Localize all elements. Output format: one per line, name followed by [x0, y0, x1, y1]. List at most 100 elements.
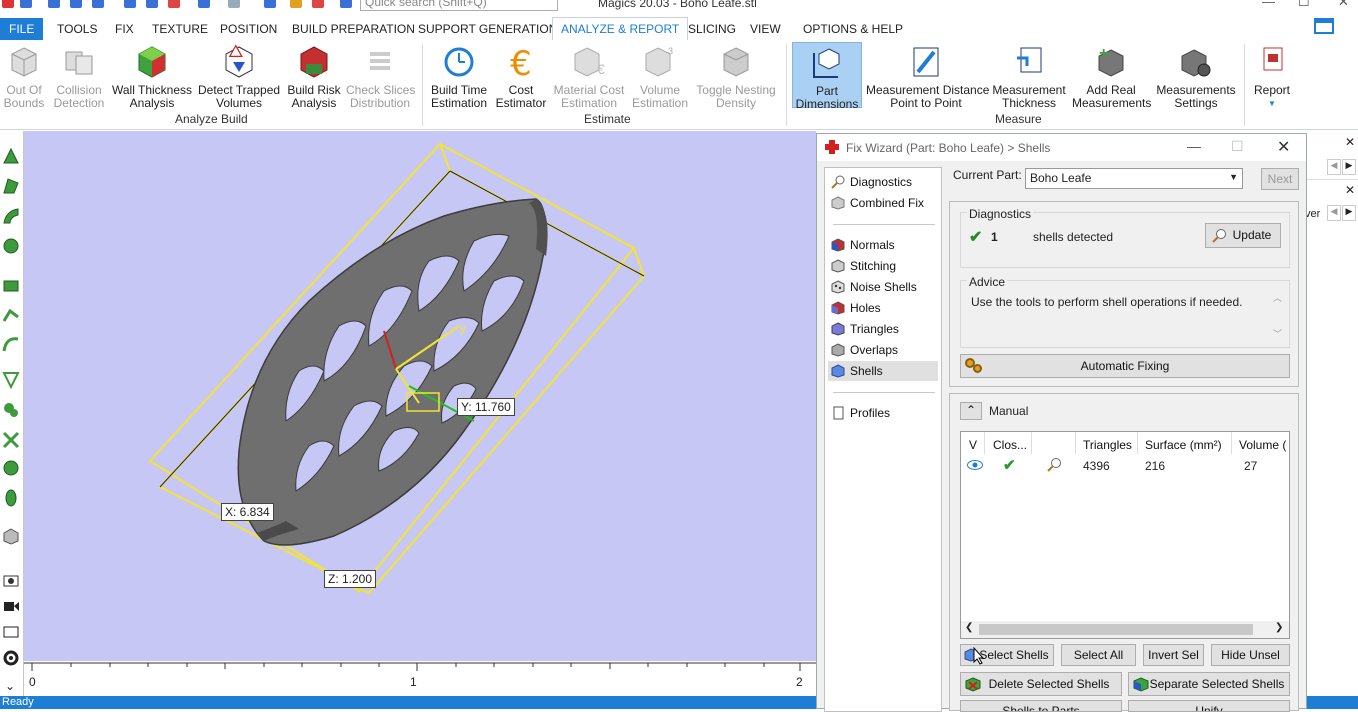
new-file-icon[interactable]	[20, 0, 32, 8]
report-button[interactable]: Report ▼	[1250, 44, 1294, 110]
select-plane-icon[interactable]	[2, 177, 20, 195]
select-tool-icon[interactable]	[264, 0, 276, 8]
scroll-left-icon[interactable]: ❮	[965, 622, 973, 633]
mark-contour-icon[interactable]	[2, 371, 20, 389]
material-cost-estimation-button[interactable]: € Material Cost Estimation	[552, 44, 626, 110]
export-icon[interactable]	[146, 0, 158, 8]
hide-unsel-button[interactable]: Hide Unsel	[1211, 644, 1290, 666]
maximize-dialog-button[interactable]: ☐	[1231, 138, 1244, 155]
gear-icon[interactable]	[2, 649, 20, 667]
undo-icon[interactable]	[198, 0, 210, 8]
mark-polyline-icon[interactable]	[2, 307, 20, 325]
scroll-right-icon[interactable]: ▶	[1342, 205, 1356, 221]
shells-to-parts-button[interactable]: Shells to Parts	[960, 700, 1122, 712]
volume-estimation-button[interactable]: 3 Volume Estimation	[630, 44, 690, 110]
check-slices-distribution-button[interactable]: Check Slices Distribution	[346, 44, 415, 110]
out-of-bounds-button[interactable]: Out Of Bounds	[2, 44, 46, 110]
close-window-button[interactable]: ✕	[1338, 0, 1349, 10]
panel-tab-label[interactable]: ver	[1305, 208, 1320, 220]
invert-sel-button[interactable]: Invert Sel	[1143, 644, 1204, 666]
minimize-button[interactable]: —	[1262, 0, 1275, 9]
3d-viewport[interactable]: y Y: 11.760 X: 6.834 Z: 1.200 0 1 2	[24, 131, 816, 696]
scroll-right-icon[interactable]: ▶	[1342, 159, 1356, 175]
print-icon[interactable]	[124, 0, 136, 8]
scroll-right-icon[interactable]: ❯	[1275, 622, 1283, 633]
mark-curve-icon[interactable]	[2, 335, 20, 353]
open-file-icon[interactable]	[48, 0, 60, 8]
tab-build-preparation[interactable]: BUILD PREPARATION	[284, 18, 423, 40]
zoom-tool-icon[interactable]	[290, 0, 302, 8]
chevron-down-icon[interactable]: ⌄	[5, 679, 15, 693]
nav-noise-shells[interactable]: Noise Shells	[828, 277, 938, 297]
wall-thickness-button[interactable]: Wall Thickness Analysis	[112, 44, 192, 110]
save-all-icon[interactable]	[92, 0, 104, 8]
build-risk-analysis-button[interactable]: Build Risk Analysis	[286, 44, 342, 110]
add-real-measurements-button[interactable]: + Add Real Measurements	[1072, 44, 1151, 110]
tab-support-generation[interactable]: SUPPORT GENERATION	[410, 18, 565, 40]
select-triangle-icon[interactable]	[2, 147, 20, 165]
column-header-closed[interactable]: Clos...	[993, 438, 1027, 452]
column-header-surface[interactable]: Surface (mm²)	[1145, 438, 1222, 452]
toggle-nesting-density-button[interactable]: Toggle Nesting Density	[694, 44, 778, 110]
delete-selected-shells-button[interactable]: Delete Selected Shells	[960, 672, 1122, 696]
cost-estimator-button[interactable]: € Cost Estimator	[494, 44, 548, 110]
nav-combined-fix[interactable]: Combined Fix	[828, 193, 938, 213]
screen-icon[interactable]	[2, 623, 20, 641]
scroll-left-icon[interactable]: ◀	[1327, 205, 1341, 221]
tab-view[interactable]: VIEW	[742, 18, 789, 40]
select-shell-icon[interactable]	[2, 237, 20, 255]
close-panel-icon[interactable]: ✕	[1345, 135, 1355, 149]
tab-position[interactable]: POSITION	[212, 18, 285, 40]
unmark-icon[interactable]	[2, 527, 20, 545]
magnifier-icon[interactable]	[1047, 457, 1062, 472]
collapse-icon[interactable]: ⌃	[960, 402, 982, 420]
select-surface-icon[interactable]	[2, 207, 20, 225]
nav-holes[interactable]: Holes	[828, 298, 938, 318]
automatic-fixing-button[interactable]: Automatic Fixing	[960, 354, 1290, 378]
horizontal-scrollbar[interactable]: ❮ ❯	[961, 621, 1289, 638]
scroll-down-icon[interactable]: ﹀	[1273, 327, 1282, 340]
nav-triangles[interactable]: Triangles	[828, 319, 938, 339]
column-header-volume[interactable]: Volume (	[1239, 438, 1286, 452]
save-icon[interactable]	[70, 0, 82, 8]
maximize-button[interactable]: ☐	[1298, 0, 1310, 10]
camera-icon[interactable]	[2, 571, 20, 589]
detect-trapped-volumes-button[interactable]: Detect Trapped Volumes	[198, 44, 280, 110]
separate-selected-shells-button[interactable]: Separate Selected Shells	[1128, 672, 1290, 696]
close-part-icon[interactable]	[168, 0, 180, 8]
column-header-visible[interactable]: V	[969, 438, 977, 452]
measurement-thickness-button[interactable]: Measurement Thickness	[990, 44, 1068, 110]
nav-shells[interactable]: Shells	[828, 361, 938, 381]
scrollbar-thumb[interactable]	[979, 624, 1253, 635]
mark-cylinder-icon[interactable]	[2, 489, 20, 507]
mark-wall-icon[interactable]	[2, 431, 20, 449]
nav-profiles[interactable]: Profiles	[828, 403, 938, 423]
measurement-distance-button[interactable]: Measurement Distance Point to Point	[866, 44, 989, 110]
build-time-estimation-button[interactable]: Build Time Estimation	[428, 44, 490, 110]
current-part-select[interactable]: Boho Leafe ▼	[1025, 168, 1243, 189]
select-all-button[interactable]: Select All	[1061, 644, 1136, 666]
nav-stitching[interactable]: Stitching	[828, 256, 938, 276]
measurements-settings-button[interactable]: Measurements Settings	[1154, 44, 1238, 110]
tab-tools[interactable]: TOOLS	[49, 18, 105, 40]
app-icon[interactable]	[2, 0, 14, 8]
tab-analyze-report[interactable]: ANALYZE & REPORT	[552, 17, 689, 41]
minimize-dialog-button[interactable]: —	[1187, 138, 1201, 154]
part-dimensions-button[interactable]: Part Dimensions	[792, 42, 862, 111]
nav-diagnostics[interactable]: Diagnostics	[828, 172, 938, 192]
mark-rectangle-icon[interactable]	[2, 277, 20, 295]
delete-tool-icon[interactable]	[312, 0, 324, 8]
nav-normals[interactable]: Normals	[828, 235, 938, 255]
unify-button[interactable]: Unify	[1128, 700, 1290, 712]
redo-icon[interactable]	[228, 0, 240, 8]
video-icon[interactable]	[2, 597, 20, 615]
tab-options-help[interactable]: OPTIONS & HELP	[795, 18, 911, 40]
layout-icon[interactable]	[1314, 18, 1334, 34]
tab-fix[interactable]: FIX	[107, 18, 142, 40]
quick-search-input[interactable]: Quick search (Shift+Q)	[360, 0, 558, 11]
tab-slicing[interactable]: SLICING	[680, 18, 744, 40]
close-panel-icon[interactable]: ✕	[1345, 183, 1355, 197]
table-row[interactable]: ✔ 4396 216 27	[961, 454, 1291, 476]
collision-detection-button[interactable]: Collision Detection	[52, 44, 106, 110]
tab-file[interactable]: FILE	[0, 18, 44, 40]
